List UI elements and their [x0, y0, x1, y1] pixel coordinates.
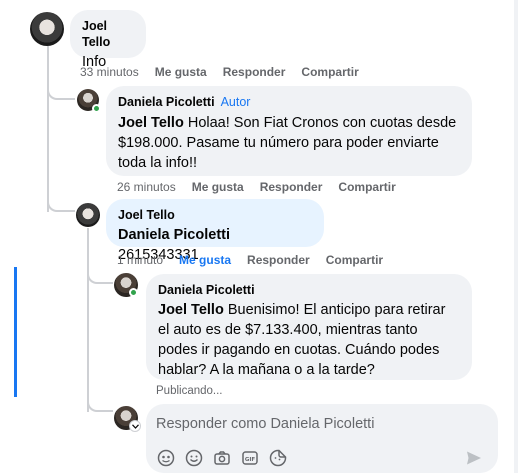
send-icon[interactable] [464, 448, 484, 468]
comment-actions: 26 minutos Me gusta Responder Compartir [117, 180, 396, 194]
share-button[interactable]: Compartir [326, 253, 383, 267]
emoji-icon[interactable] [184, 448, 204, 468]
comment-bubble: Daniela Picoletti Joel Tello Buenisimo! … [146, 274, 472, 380]
mention-link[interactable]: Joel Tello [118, 115, 184, 131]
comment-author[interactable]: Joel Tello [82, 18, 134, 50]
share-button[interactable]: Compartir [301, 65, 358, 79]
like-button[interactable]: Me gusta [192, 180, 244, 194]
thread-line-nested [87, 228, 89, 412]
comment-bubble: Daniela Picoletti Autor Joel Tello Holaa!… [106, 86, 472, 176]
comment-time[interactable]: 26 minutos [117, 180, 176, 194]
reply-button[interactable]: Responder [260, 180, 323, 194]
posting-status: Publicando... [156, 385, 223, 397]
gif-icon[interactable]: GIF [240, 448, 260, 468]
comment-author[interactable]: Joel Tello [118, 207, 312, 223]
chevron-down-icon[interactable] [129, 420, 141, 432]
comment-author[interactable]: Daniela Picoletti [158, 282, 460, 298]
like-button[interactable]: Me gusta [179, 253, 231, 267]
reply-composer[interactable]: GIF [146, 404, 498, 473]
comment-bubble: Joel Tello Info [70, 10, 146, 70]
reply-input[interactable] [156, 412, 476, 436]
mention-link[interactable]: Joel Tello [158, 302, 224, 318]
comment-actions: 33 minutos Me gusta Responder Compartir [80, 65, 359, 79]
camera-icon[interactable] [212, 448, 232, 468]
thread-curve-4 [87, 398, 113, 412]
comment-time[interactable]: 33 minutos [80, 65, 139, 79]
active-thread-indicator [14, 267, 17, 397]
thread-curve-1 [47, 86, 75, 100]
comment-author: Daniela Picoletti Autor [118, 94, 460, 110]
avatar[interactable] [76, 203, 100, 227]
comment-actions: 1 minuto Me gusta Responder Compartir [117, 253, 383, 267]
online-status-indicator [129, 288, 138, 297]
mention-link[interactable]: Daniela Picoletti [118, 227, 230, 243]
comment-text: Joel Tello Holaa! Son Fiat Cronos con cu… [118, 115, 457, 171]
sticker-icon[interactable] [268, 448, 288, 468]
like-button[interactable]: Me gusta [155, 65, 207, 79]
author-name[interactable]: Daniela Picoletti [118, 95, 215, 109]
svg-text:GIF: GIF [245, 457, 256, 463]
thread-curve-3 [87, 266, 113, 284]
comment-bubble: Joel Tello Daniela Picoletti 2615343331 [106, 199, 324, 263]
online-status-indicator [92, 104, 101, 113]
scrollbar[interactable] [514, 0, 518, 473]
avatar[interactable] [30, 12, 64, 46]
thread-curve-2 [47, 198, 75, 212]
thread-line-main [47, 46, 49, 212]
author-badge: Autor [220, 95, 251, 109]
share-button[interactable]: Compartir [338, 180, 395, 194]
reply-button[interactable]: Responder [223, 65, 286, 79]
comment-time[interactable]: 1 minuto [117, 253, 163, 267]
reply-button[interactable]: Responder [247, 253, 310, 267]
comment-text: Joel Tello Buenisimo! El anticipo para r… [158, 302, 446, 378]
avatar-sticker-icon[interactable] [156, 448, 176, 468]
